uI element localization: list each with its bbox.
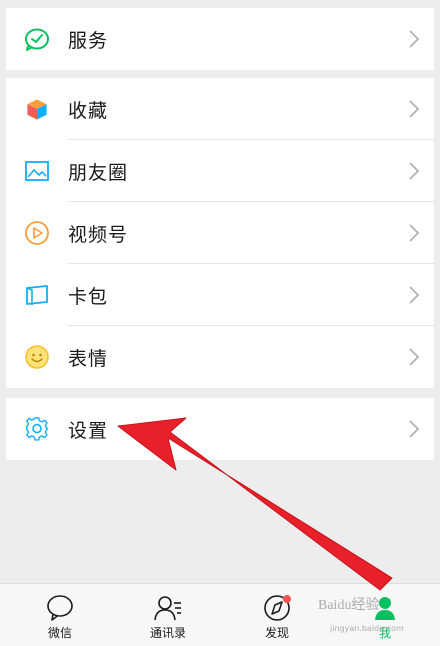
favorites-cube-icon bbox=[24, 96, 50, 122]
baidu-watermark: Baidu经验 bbox=[318, 598, 380, 613]
card-wallet-icon bbox=[24, 282, 50, 308]
card-wallet-label: 卡包 bbox=[68, 285, 109, 308]
chevron-right-icon bbox=[409, 348, 420, 366]
tab-chats-label: 微信 bbox=[47, 626, 72, 640]
favorites-label: 收藏 bbox=[68, 99, 109, 122]
settings-group: 设置 bbox=[6, 398, 434, 460]
features-group: 收藏 朋友圈 视频号 卡包 表情 bbox=[6, 78, 434, 388]
settings-row[interactable]: 设置 bbox=[6, 398, 434, 460]
tab-contacts-label: 通讯录 bbox=[149, 626, 186, 640]
tab-chats[interactable]: 微信 bbox=[5, 584, 115, 646]
favorites-row[interactable]: 收藏 bbox=[6, 78, 434, 140]
tab-contacts[interactable]: 通讯录 bbox=[113, 584, 223, 646]
settings-label: 设置 bbox=[68, 419, 109, 442]
tab-discover[interactable]: 发现 bbox=[222, 584, 332, 646]
moments-image-icon bbox=[24, 158, 50, 184]
card-wallet-row[interactable]: 卡包 bbox=[6, 264, 434, 326]
contacts-icon bbox=[153, 594, 183, 622]
chat-bubble-icon bbox=[45, 594, 75, 622]
channels-row[interactable]: 视频号 bbox=[6, 202, 434, 264]
moments-row[interactable]: 朋友圈 bbox=[6, 140, 434, 202]
chevron-right-icon bbox=[409, 286, 420, 304]
service-label: 服务 bbox=[68, 29, 109, 52]
bottom-tab-bar: 微信 通讯录 发现 我 bbox=[0, 583, 440, 646]
chevron-right-icon bbox=[409, 100, 420, 118]
smiley-icon bbox=[24, 344, 50, 370]
tab-discover-label: 发现 bbox=[264, 626, 289, 640]
chevron-right-icon bbox=[409, 30, 420, 48]
service-group: 服务 bbox=[6, 8, 434, 70]
service-icon bbox=[24, 26, 50, 52]
notification-dot bbox=[283, 595, 291, 603]
channels-play-icon bbox=[24, 220, 50, 246]
gear-icon bbox=[24, 416, 50, 442]
channels-label: 视频号 bbox=[68, 223, 129, 246]
service-row[interactable]: 服务 bbox=[6, 8, 434, 70]
chevron-right-icon bbox=[409, 162, 420, 180]
compass-icon bbox=[262, 594, 292, 622]
baidu-watermark-url: jingyan.baidu.com bbox=[330, 624, 404, 633]
chevron-right-icon bbox=[409, 420, 420, 438]
stickers-row[interactable]: 表情 bbox=[6, 326, 434, 388]
stickers-label: 表情 bbox=[68, 347, 109, 370]
moments-label: 朋友圈 bbox=[68, 161, 129, 184]
chevron-right-icon bbox=[409, 224, 420, 242]
